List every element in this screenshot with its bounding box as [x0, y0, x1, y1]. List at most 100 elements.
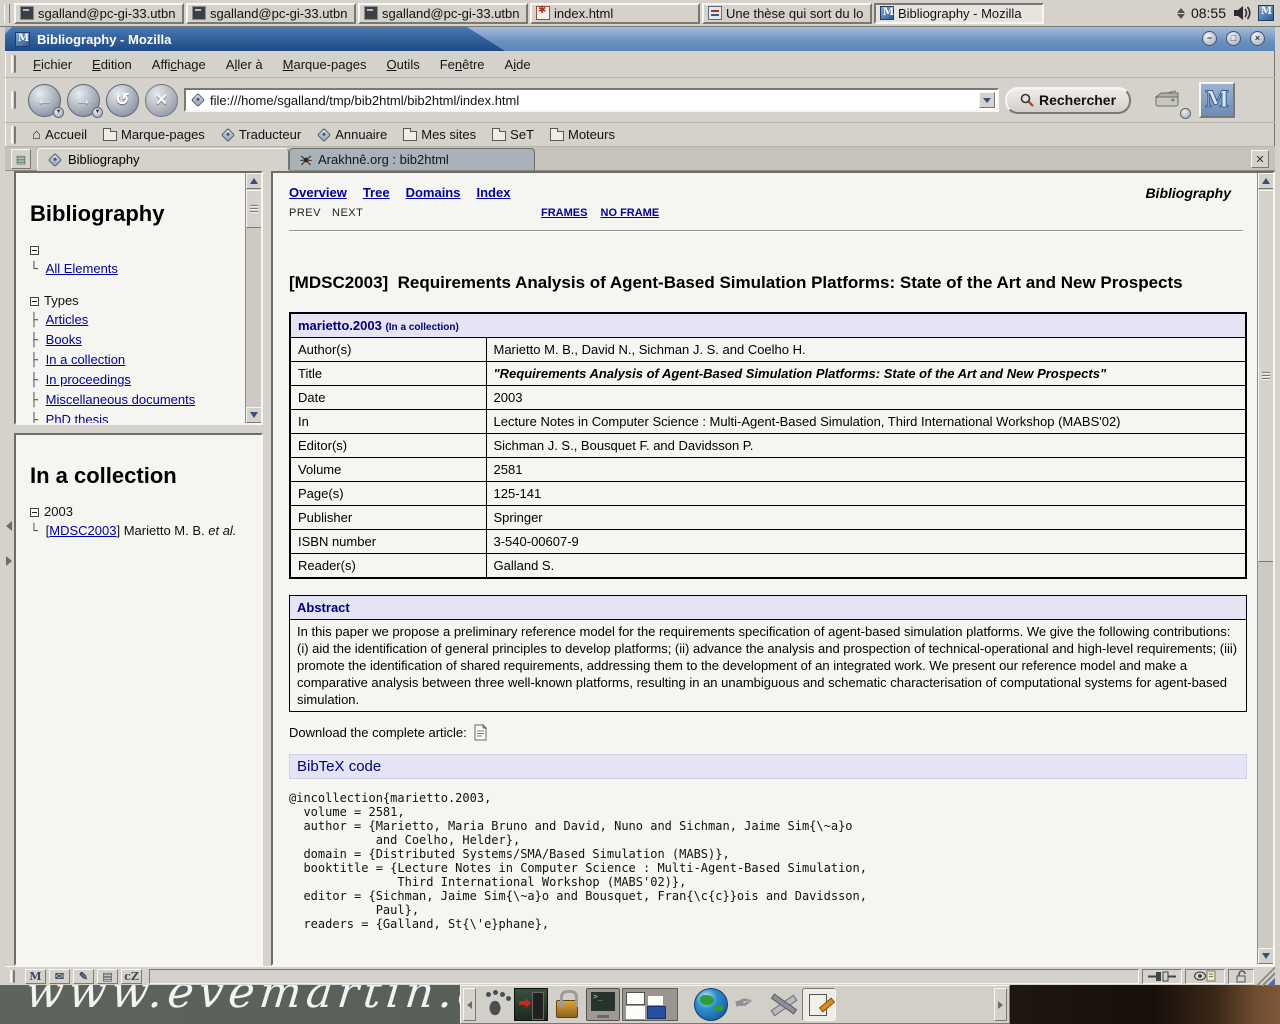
main-scrollbar[interactable] [1257, 173, 1273, 964]
chatzilla-icon[interactable]: cZ [121, 969, 142, 984]
scrollbar-thumb[interactable] [1258, 190, 1274, 562]
doc-nav-link[interactable]: Index [476, 185, 510, 200]
url-bar[interactable]: file:///home/sgalland/tmp/bib2html/bib2h… [184, 88, 999, 112]
url-text[interactable]: file:///home/sgalland/tmp/bib2html/bib2h… [210, 93, 974, 108]
tray-icon[interactable] [1258, 5, 1274, 21]
taskbar-window-button[interactable]: sgalland@pc-gi-33.utbn [186, 3, 356, 24]
scroll-down-button[interactable] [246, 407, 262, 423]
collapse-icon[interactable] [30, 508, 39, 517]
sidebar-splitter[interactable] [5, 171, 14, 966]
speaker-icon[interactable] [1232, 4, 1252, 22]
doc-nav-link[interactable]: Domains [406, 185, 461, 200]
type-link[interactable]: Miscellaneous documents [46, 392, 196, 407]
forward-button[interactable]: →▼ [67, 84, 100, 117]
tab-close-button[interactable]: ✕ [1251, 150, 1269, 168]
frame-vertical-splitter[interactable] [263, 171, 271, 966]
logout-icon[interactable] [514, 988, 548, 1021]
menu-item[interactable]: Outils [377, 54, 428, 75]
type-link[interactable]: In a collection [46, 352, 126, 367]
personal-toolbar-item[interactable]: Accueil [26, 125, 93, 144]
doc-nav-link[interactable]: Tree [363, 185, 390, 200]
entry-row: Date 2003 [290, 386, 1246, 410]
back-button[interactable]: ←▼ [28, 84, 61, 117]
type-link[interactable]: In proceedings [46, 372, 131, 387]
statusbar-grippy[interactable] [10, 970, 15, 983]
collapse-icon[interactable] [30, 297, 39, 306]
type-link[interactable]: PhD thesis [46, 412, 109, 425]
workspace-switcher[interactable] [622, 988, 678, 1021]
personal-toolbar-item[interactable]: Traducteur [215, 126, 307, 143]
personal-toolbar-item[interactable]: Marque-pages [97, 126, 211, 143]
menu-item[interactable]: Affichage [143, 54, 215, 75]
scroll-up-button[interactable] [246, 173, 262, 189]
taskbar-handle[interactable] [4, 4, 10, 23]
notes-icon[interactable] [802, 988, 836, 1021]
personal-toolbar-item[interactable]: SeT [486, 126, 540, 143]
personal-toolbar-grippy[interactable] [11, 126, 16, 144]
collapse-icon[interactable] [30, 246, 39, 255]
menu-item[interactable]: Aide [496, 54, 540, 75]
search-button[interactable]: Rechercher [1005, 87, 1131, 114]
minimize-button[interactable]: − [1202, 31, 1217, 46]
frames-link[interactable]: FRAMES [541, 207, 587, 219]
scroll-up-button[interactable] [1258, 173, 1274, 189]
security-lock-icon[interactable] [1228, 969, 1254, 984]
tools-icon[interactable] [766, 988, 800, 1021]
taskbar-window-button[interactable]: sgalland@pc-gi-33.utbn [358, 3, 528, 24]
menu-item[interactable]: Aller à [217, 54, 272, 75]
entry-link[interactable]: MDSC2003 [49, 523, 116, 538]
printer-dropdown[interactable] [1180, 108, 1191, 119]
taskbar-scroll-arrows[interactable] [1177, 8, 1185, 19]
personal-toolbar-item[interactable]: Moteurs [544, 126, 621, 143]
window-titlebar[interactable]: Bibliography - Mozilla − □ × [5, 27, 1275, 51]
stop-button[interactable]: × [145, 84, 178, 117]
menubar-grippy[interactable] [11, 55, 16, 73]
maximize-button[interactable]: □ [1226, 31, 1241, 46]
type-link[interactable]: Books [46, 332, 82, 347]
scroll-down-button[interactable] [1258, 948, 1274, 964]
menu-item[interactable]: Edition [83, 54, 141, 75]
personal-toolbar-item[interactable]: Mes sites [397, 126, 482, 143]
taskbar-window-button[interactable]: index.html [530, 3, 700, 24]
personal-toolbar: Accueil Marque-pages Traducteur Annuaire [5, 123, 1275, 147]
lock-screen-icon[interactable] [550, 988, 584, 1021]
mozilla-throbber[interactable]: M [1199, 82, 1235, 118]
composer-icon[interactable]: ✎ [73, 969, 94, 984]
all-elements-link[interactable]: All Elements [46, 261, 118, 276]
close-button[interactable]: × [1250, 31, 1265, 46]
scrollbar-thumb[interactable] [246, 190, 262, 228]
tab-arakhne[interactable]: Arakhnê.org : bib2html [289, 148, 535, 170]
gnome-menu-icon[interactable] [478, 988, 512, 1021]
taskbar-window-button[interactable]: Une thèse qui sort du lo [702, 3, 872, 24]
menu-item[interactable]: Fenêtre [431, 54, 494, 75]
type-link[interactable]: Articles [46, 312, 89, 327]
back-dropdown[interactable]: ▼ [53, 107, 64, 118]
addressbook-icon[interactable]: ▤ [97, 969, 118, 984]
frame-horizontal-splitter[interactable] [14, 425, 263, 433]
menu-item[interactable]: Fichier [24, 54, 81, 75]
reload-button[interactable]: ↺ [106, 84, 139, 117]
mail-icon[interactable]: ✉ [49, 969, 70, 984]
forward-dropdown[interactable]: ▼ [92, 107, 103, 118]
panel-hide-left-button[interactable] [463, 988, 476, 1021]
panel-hide-right-button[interactable] [994, 988, 1007, 1021]
navigator-icon[interactable]: M [25, 969, 46, 984]
taskbar-window-button[interactable]: sgalland@pc-gi-33.utbn [14, 3, 184, 24]
menu-item[interactable]: Marque-pages [274, 54, 376, 75]
doc-nav-link[interactable]: Overview [289, 185, 347, 200]
sidebar-scrollbar[interactable] [245, 173, 261, 423]
terminal-launcher-icon[interactable] [586, 988, 620, 1021]
personal-toolbar-item[interactable]: Annuaire [311, 126, 393, 143]
url-dropdown-button[interactable] [979, 92, 995, 108]
print-button[interactable] [1151, 85, 1183, 116]
navbar-grippy[interactable] [11, 91, 16, 109]
download-article-icon[interactable] [473, 724, 488, 741]
taskbar-window-button[interactable]: Bibliography - Mozilla [874, 3, 1044, 24]
window-resize-grip[interactable] [1257, 967, 1275, 986]
cookie-watch-icon[interactable] [1185, 969, 1225, 984]
quill-icon[interactable] [730, 988, 764, 1021]
tab-list-button[interactable]: ▤ [11, 149, 31, 169]
web-browser-icon[interactable] [694, 988, 728, 1021]
tab-bibliography[interactable]: Bibliography [37, 148, 289, 170]
noframe-link[interactable]: NO FRAME [601, 207, 660, 219]
